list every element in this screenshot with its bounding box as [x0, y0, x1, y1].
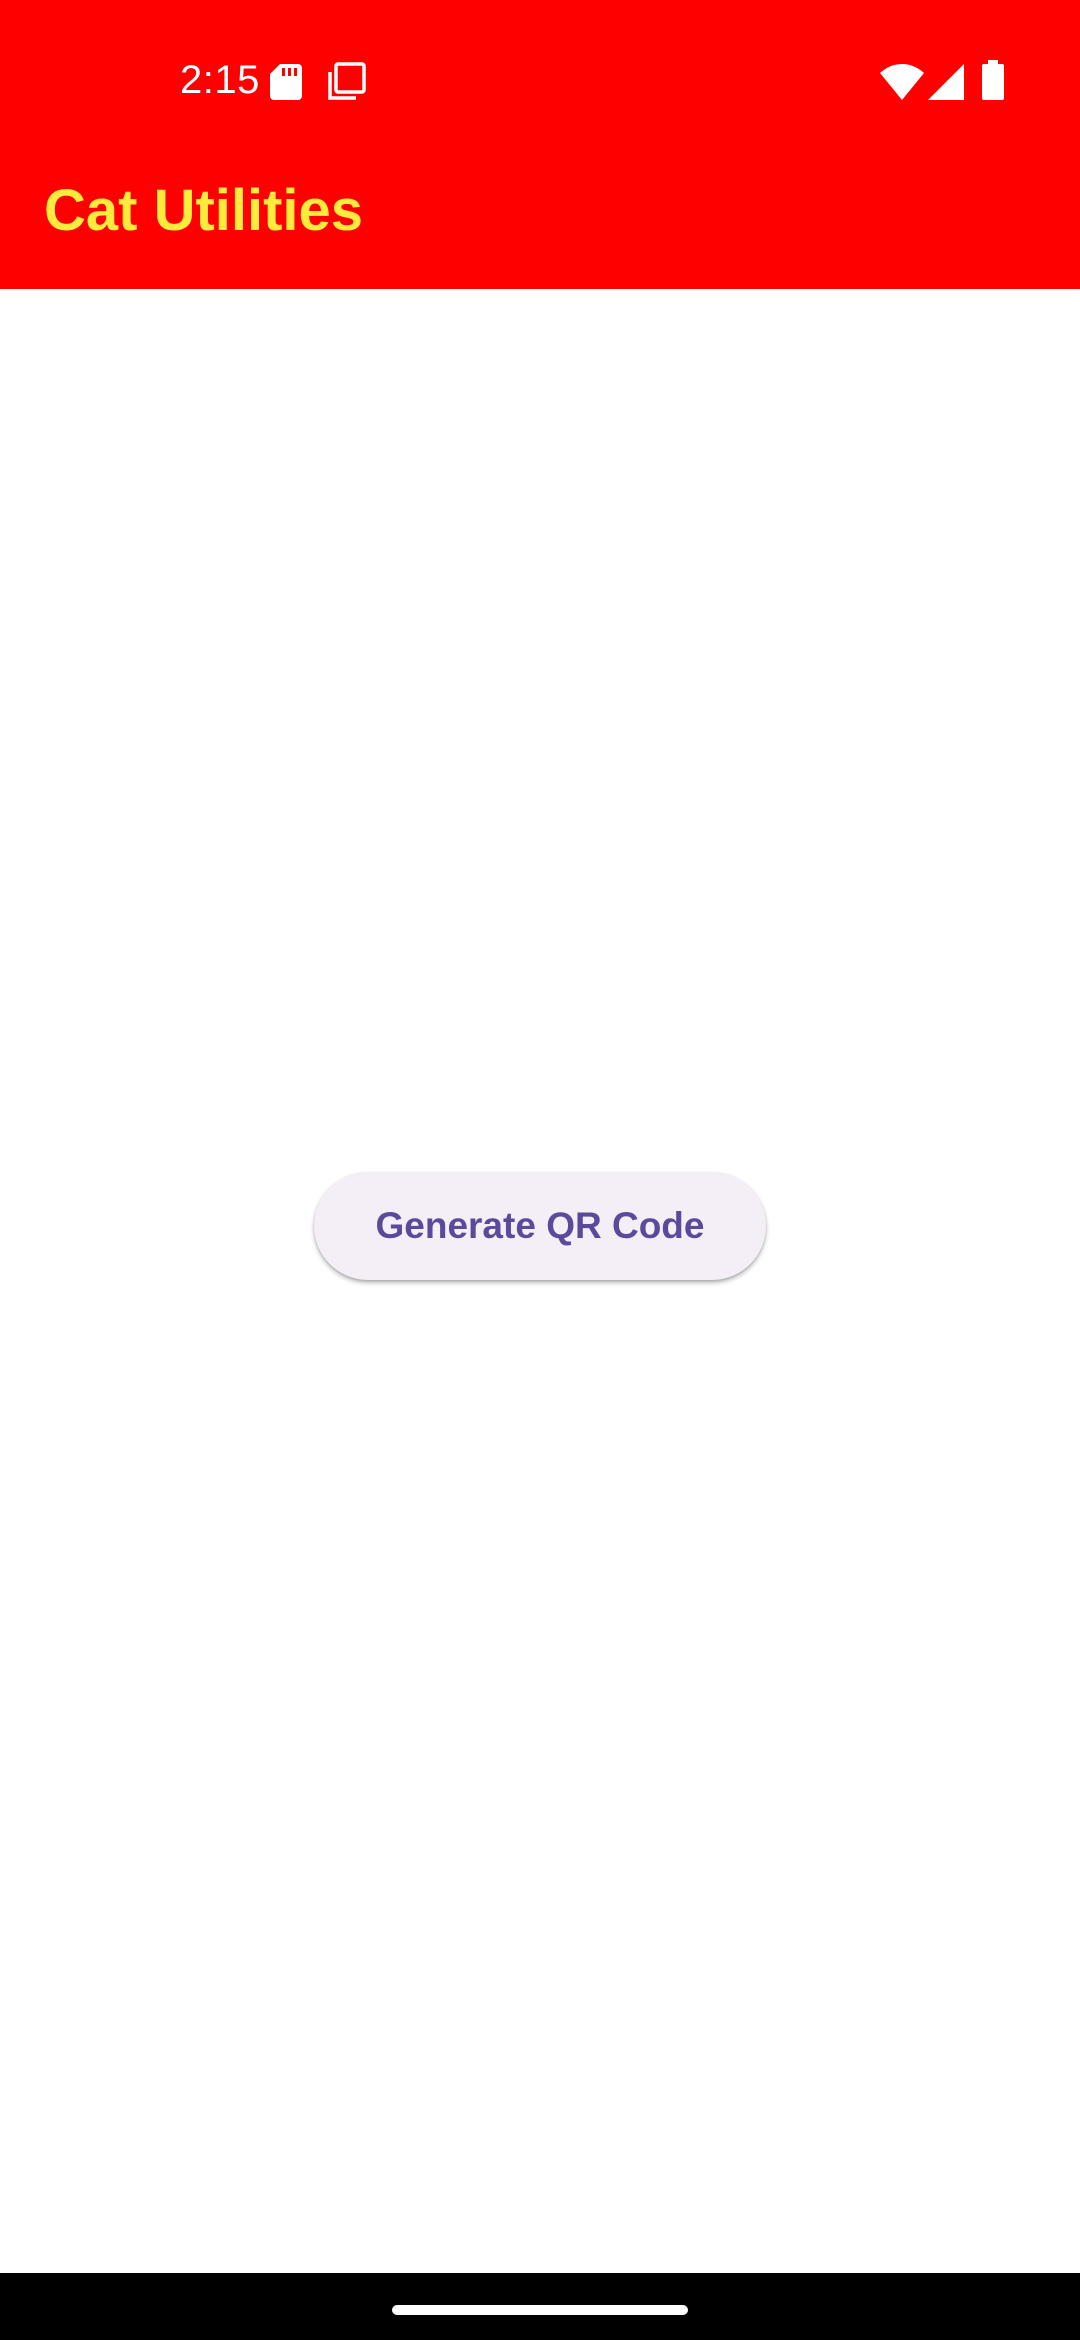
app-title: Cat Utilities — [44, 178, 364, 243]
generate-qr-code-button[interactable]: Generate QR Code — [314, 1172, 766, 1280]
status-time: 2:15 — [180, 58, 260, 102]
home-indicator[interactable] — [392, 2305, 688, 2315]
main-content — [0, 289, 1080, 2273]
sd-card-icon — [270, 64, 302, 100]
copy-icon — [328, 62, 366, 100]
signal-icon — [928, 64, 964, 100]
navigation-bar — [0, 2273, 1080, 2340]
battery-icon — [982, 60, 1004, 100]
app-bar: 2:15 Cat Utilities — [0, 0, 1080, 289]
status-bar: 2:15 — [0, 0, 1080, 160]
wifi-icon — [880, 64, 924, 100]
